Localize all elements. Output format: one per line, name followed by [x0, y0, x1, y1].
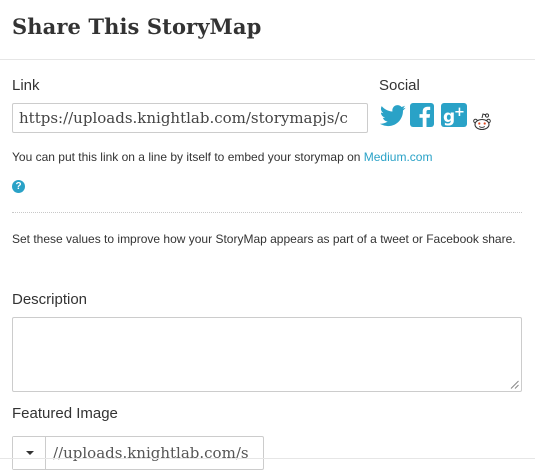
question-icon[interactable]: ? — [12, 180, 25, 193]
featured-image-field: //uploads.knightlab.com/s — [12, 436, 264, 470]
featured-image-input[interactable]: //uploads.knightlab.com/s — [47, 437, 263, 469]
facebook-icon[interactable] — [410, 103, 434, 132]
google-plus-icon[interactable]: g + — [441, 103, 467, 132]
social-label: Social — [379, 77, 420, 94]
description-label: Description — [12, 291, 88, 308]
link-label: Link — [12, 77, 40, 94]
reddit-icon[interactable] — [472, 113, 492, 136]
svg-text:+: + — [454, 105, 465, 120]
embed-help-label: You can put this link on a line by itsel… — [12, 150, 364, 164]
resize-grip-icon[interactable] — [510, 380, 519, 389]
section-divider — [12, 212, 522, 213]
bottom-divider — [0, 458, 535, 459]
image-source-dropdown-button[interactable] — [13, 437, 46, 469]
dialog-title: Share This StoryMap — [12, 14, 262, 39]
description-textarea[interactable] — [12, 317, 522, 392]
dialog-header: Share This StoryMap — [0, 0, 535, 60]
embed-help-text: You can put this link on a line by itsel… — [12, 150, 432, 164]
medium-link[interactable]: Medium.com — [364, 150, 433, 164]
featured-image-label: Featured Image — [12, 405, 118, 422]
share-link-field[interactable]: https://uploads.knightlab.com/storymapjs… — [12, 103, 368, 133]
twitter-icon[interactable] — [380, 104, 406, 133]
share-info-text: Set these values to improve how your Sto… — [12, 232, 516, 246]
caret-down-icon — [26, 451, 34, 455]
